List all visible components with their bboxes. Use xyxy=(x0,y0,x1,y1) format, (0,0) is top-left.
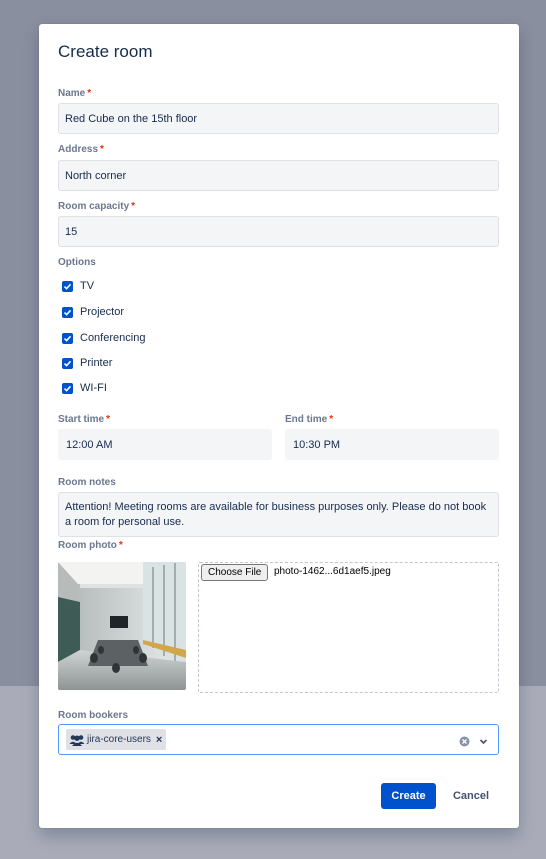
create-button[interactable]: Create xyxy=(381,783,436,809)
chevron-down-icon[interactable] xyxy=(478,734,489,752)
capacity-input[interactable]: 15 xyxy=(58,216,499,247)
start-time-input[interactable]: 12:00 AM xyxy=(58,429,272,460)
booker-tag: jira-core-users × xyxy=(66,729,167,750)
required-marker: * xyxy=(87,88,92,99)
address-input[interactable]: North corner xyxy=(58,160,499,191)
end-time-label: End time * xyxy=(285,414,334,425)
option-label: Projector xyxy=(80,306,125,318)
room-photo-preview xyxy=(58,562,186,690)
required-marker: * xyxy=(106,414,111,425)
booker-tag-label: jira-core-users xyxy=(87,734,151,745)
notes-label: Room notes xyxy=(58,477,116,488)
choose-file-button[interactable]: Choose File xyxy=(201,564,269,581)
option-label: WI-FI xyxy=(80,382,107,394)
option-label: Conferencing xyxy=(80,332,146,344)
group-icon xyxy=(69,734,85,746)
capacity-label: Room capacity * xyxy=(58,201,136,212)
photo-label: Room photo * xyxy=(58,540,123,551)
selected-file-name: photo-1462...6d1aef5.jpeg xyxy=(274,566,391,577)
option-conferencing[interactable]: Conferencing xyxy=(62,330,145,346)
name-label: Name * xyxy=(58,88,92,99)
address-label: Address * xyxy=(58,144,104,155)
clear-icon[interactable] xyxy=(459,734,470,752)
cancel-button[interactable]: Cancel xyxy=(443,783,499,809)
required-marker: * xyxy=(118,540,123,551)
option-wifi[interactable]: WI-FI xyxy=(62,380,107,396)
checkbox-checked-icon[interactable] xyxy=(62,382,73,394)
remove-tag-icon[interactable]: × xyxy=(156,734,162,746)
notes-textarea[interactable]: Attention! Meeting rooms are available f… xyxy=(58,492,499,537)
required-marker: * xyxy=(131,201,136,212)
checkbox-checked-icon[interactable] xyxy=(62,280,73,292)
bookers-select[interactable]: jira-core-users × xyxy=(58,724,499,755)
checkbox-checked-icon[interactable] xyxy=(62,357,73,369)
option-printer[interactable]: Printer xyxy=(62,355,112,371)
option-projector[interactable]: Projector xyxy=(62,304,124,320)
option-label: TV xyxy=(80,280,95,292)
dialog-title: Create room xyxy=(58,42,153,61)
checkbox-checked-icon[interactable] xyxy=(62,306,73,318)
option-label: Printer xyxy=(80,357,113,369)
create-room-dialog: Create room Name * Red Cube on the 15th f… xyxy=(39,24,519,828)
file-dropzone[interactable]: Choose File photo-1462...6d1aef5.jpeg xyxy=(198,562,499,693)
required-marker: * xyxy=(100,144,104,155)
required-marker: * xyxy=(329,414,334,425)
option-tv[interactable]: TV xyxy=(62,278,94,294)
checkbox-checked-icon[interactable] xyxy=(62,332,73,344)
bookers-label: Room bookers xyxy=(58,710,129,721)
options-label: Options xyxy=(58,257,96,268)
name-input[interactable]: Red Cube on the 15th floor xyxy=(58,103,499,134)
end-time-input[interactable]: 10:30 PM xyxy=(285,429,499,460)
start-time-label: Start time * xyxy=(58,414,111,425)
